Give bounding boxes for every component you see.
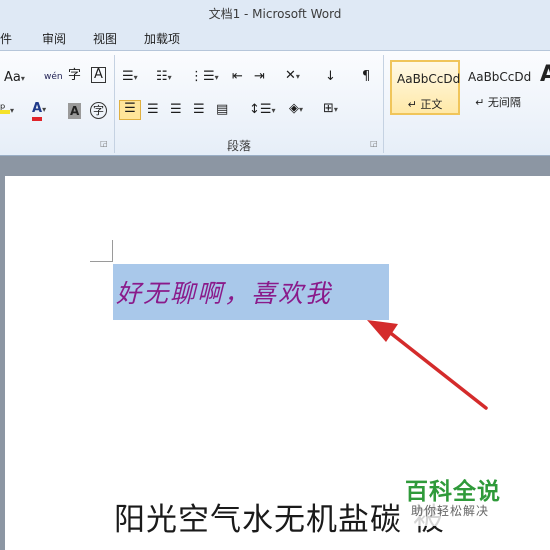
paint-bucket-icon: ◈ bbox=[289, 101, 299, 116]
enclose-char-button[interactable]: 字 bbox=[90, 102, 107, 119]
style-normal[interactable]: AaBbCcDd ↵ 正文 bbox=[390, 60, 460, 115]
borders-button[interactable]: ⊞▾ bbox=[323, 101, 338, 118]
align-left-icon: ☰ bbox=[124, 101, 136, 116]
style-name: ↵ 正文 bbox=[407, 98, 443, 111]
line-spacing-icon: ↕☰ bbox=[249, 102, 272, 117]
chinese-layout-icon: ✕ bbox=[285, 68, 296, 83]
font-color-button[interactable]: A▾ bbox=[32, 101, 46, 121]
paragraph-mark-icon: ¶ bbox=[362, 69, 371, 84]
sort-icon: ↓ bbox=[325, 69, 336, 84]
phonetic-button[interactable]: 字 bbox=[68, 68, 81, 84]
char-border-button[interactable]: A bbox=[91, 67, 106, 83]
shading-button[interactable]: ◈▾ bbox=[289, 101, 303, 118]
phonetic-guide-button[interactable]: wén bbox=[44, 68, 63, 84]
group-separator bbox=[383, 55, 384, 153]
numbering-icon: ☷ bbox=[156, 69, 168, 84]
numbering-button[interactable]: ☷▾ bbox=[156, 69, 172, 86]
paragraph-dialog-launcher-icon[interactable]: ◲ bbox=[370, 139, 378, 148]
watermark-title: 百科全说 bbox=[405, 479, 501, 505]
increase-indent-icon: ⇥ bbox=[254, 69, 265, 84]
borders-icon: ⊞ bbox=[323, 101, 334, 116]
bullets-icon: ☰ bbox=[122, 69, 134, 84]
margin-corner-mark bbox=[90, 261, 113, 262]
paragraph-group-label: 段落 bbox=[227, 139, 252, 153]
style-sample: A bbox=[540, 62, 550, 87]
highlighter-icon: ᵖ bbox=[0, 102, 10, 117]
title-bar: 文档1 - Microsoft Word bbox=[0, 0, 550, 26]
watermark: 百科全说 助你轻松解决 bbox=[399, 466, 529, 526]
decrease-indent-icon: ⇤ bbox=[232, 69, 243, 84]
group-separator bbox=[114, 55, 115, 153]
font-color-icon: A bbox=[32, 101, 43, 121]
highlight-button[interactable]: ᵖ ▾ bbox=[0, 102, 14, 119]
watermark-subtitle: 助你轻松解决 bbox=[411, 504, 490, 518]
align-left-button[interactable]: ☰ bbox=[119, 100, 141, 120]
ribbon: Aa▾ wén 字 A ᵖ ▾ A▾ A 字 ◲ ☰▾ ☷▾ ⋮☰▾ ⇤ ⇥ ✕▾… bbox=[0, 50, 550, 156]
multilevel-list-icon: ⋮☰ bbox=[190, 69, 215, 84]
phonetic-guide-icon: wén bbox=[44, 72, 63, 82]
justify-icon: ☰ bbox=[193, 102, 205, 117]
show-marks-button[interactable]: ¶ bbox=[362, 69, 370, 85]
style-sample: AaBbCcDd bbox=[397, 72, 461, 86]
font-dialog-launcher-icon[interactable]: ◲ bbox=[100, 139, 108, 148]
body-text[interactable]: 阳光空气水无机盐碳 被 bbox=[114, 494, 445, 539]
style-name: ↵ 无间隔 bbox=[475, 96, 521, 109]
style-sample: AaBbCcDd bbox=[468, 70, 532, 84]
distributed-button[interactable]: ▤ bbox=[216, 102, 228, 118]
distributed-icon: ▤ bbox=[216, 102, 229, 117]
tab-view[interactable]: 视图 bbox=[93, 30, 117, 47]
phonetic-icon: 字 bbox=[68, 68, 82, 83]
decrease-indent-button[interactable]: ⇤ bbox=[232, 69, 243, 85]
chinese-layout-button[interactable]: ✕▾ bbox=[285, 68, 300, 85]
change-case-button[interactable]: Aa▾ bbox=[4, 70, 25, 87]
margin-corner-mark bbox=[112, 240, 113, 262]
justify-button[interactable]: ☰ bbox=[193, 102, 205, 118]
bullets-button[interactable]: ☰▾ bbox=[122, 69, 138, 86]
tab-file[interactable]: 件 bbox=[0, 30, 12, 47]
tab-addins[interactable]: 加载项 bbox=[144, 30, 180, 47]
style-heading[interactable]: A bbox=[536, 60, 550, 115]
tab-review[interactable]: 审阅 bbox=[42, 30, 66, 47]
align-center-icon: ☰ bbox=[147, 102, 159, 117]
ribbon-tabs: 件 审阅 视图 加载项 bbox=[0, 26, 550, 50]
align-right-button[interactable]: ☰ bbox=[170, 102, 182, 118]
align-center-button[interactable]: ☰ bbox=[147, 102, 159, 118]
sort-button[interactable]: ↓ bbox=[325, 69, 336, 85]
multilevel-list-button[interactable]: ⋮☰▾ bbox=[190, 69, 219, 86]
style-no-spacing[interactable]: AaBbCcDd ↵ 无间隔 bbox=[463, 60, 533, 115]
increase-indent-button[interactable]: ⇥ bbox=[254, 69, 265, 85]
align-right-icon: ☰ bbox=[170, 102, 182, 117]
char-shading-button[interactable]: A bbox=[68, 103, 82, 119]
line-spacing-button[interactable]: ↕☰▾ bbox=[249, 102, 276, 119]
window-title: 文档1 - Microsoft Word bbox=[208, 7, 342, 21]
selected-text[interactable]: 好无聊啊，喜欢我 bbox=[116, 274, 332, 310]
